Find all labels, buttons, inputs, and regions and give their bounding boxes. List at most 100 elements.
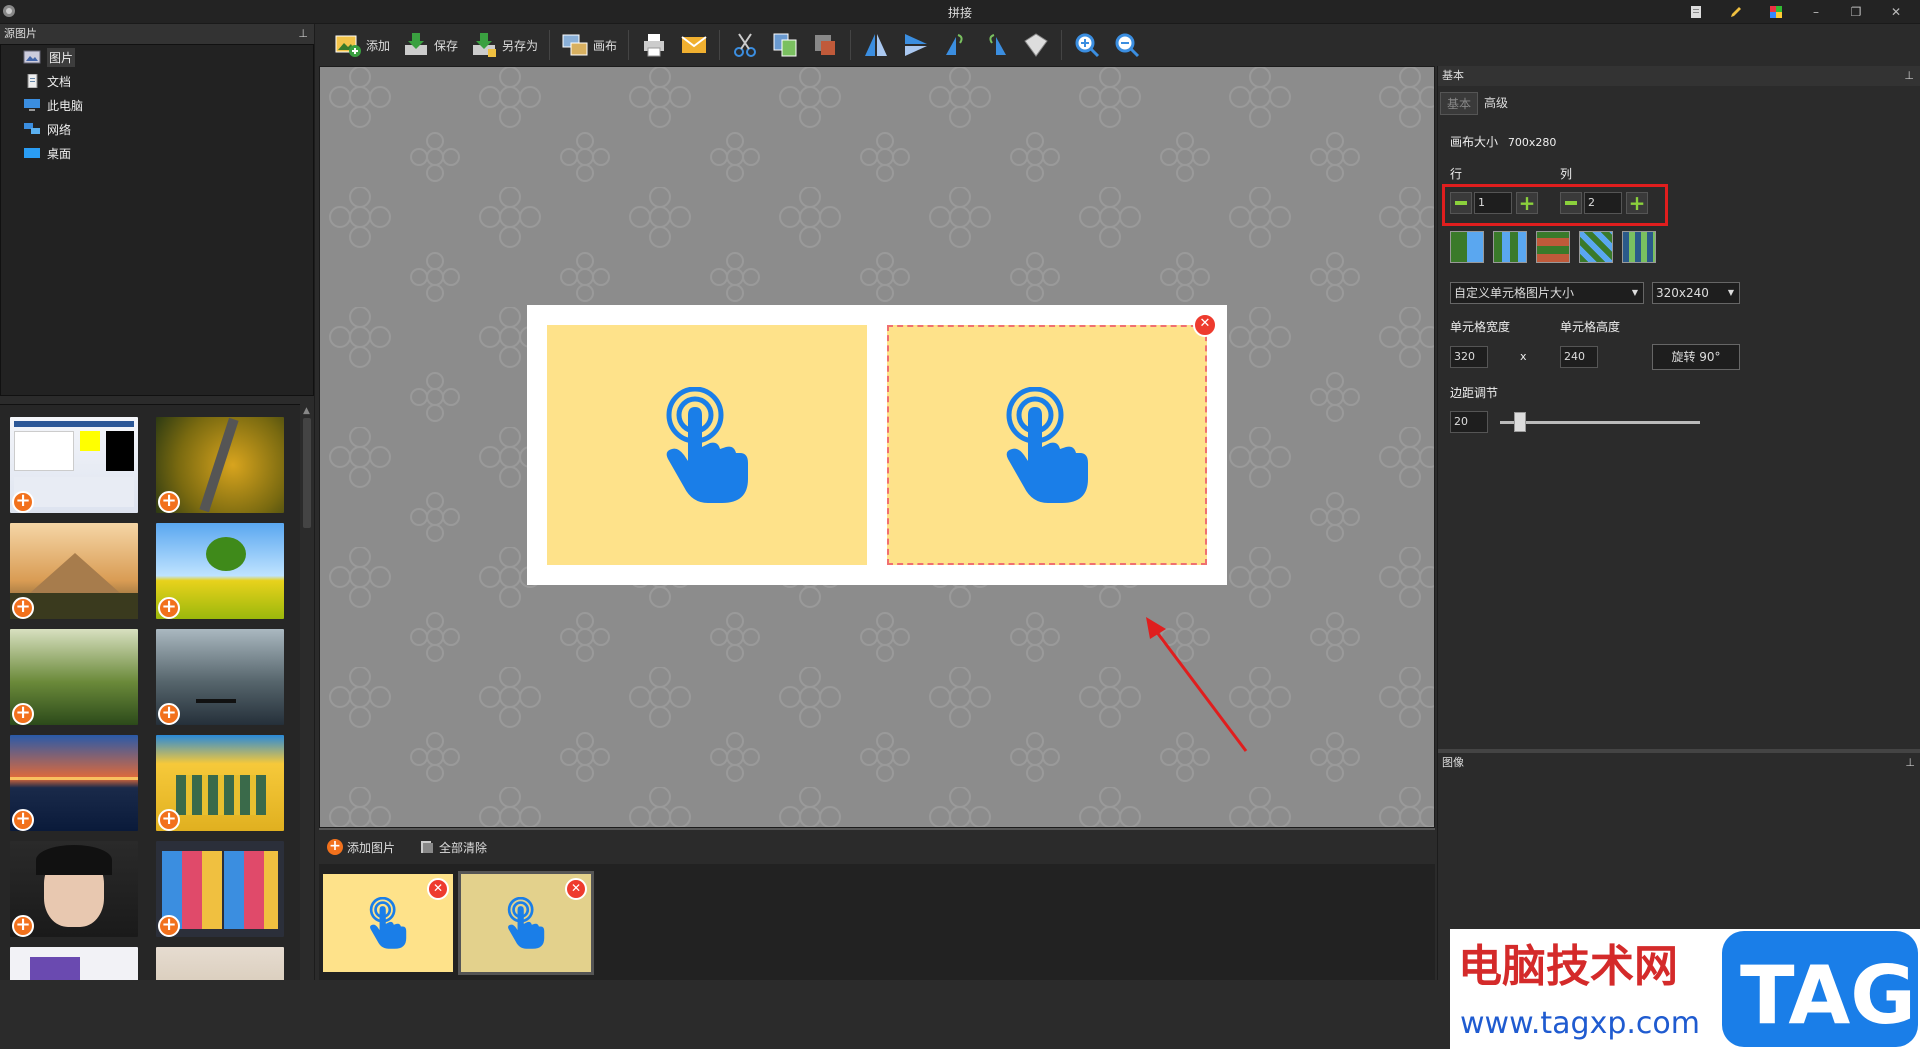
add-image-icon[interactable]: + (12, 809, 34, 831)
thumbnail-forest[interactable]: + (10, 629, 138, 725)
thumbnail-river-fisherman[interactable]: + (156, 629, 284, 725)
flip-vertical-button[interactable] (898, 28, 934, 62)
add-image-icon[interactable]: + (12, 491, 34, 513)
add-image-icon[interactable]: + (12, 703, 34, 725)
add-button[interactable]: 添加 (330, 28, 394, 62)
pencil-icon-button[interactable] (1718, 2, 1754, 22)
thumbnail-sand-dune[interactable] (156, 947, 284, 980)
thumbnail-yellow-building[interactable]: + (156, 735, 284, 831)
remove-thumbnail-icon[interactable]: ✕ (565, 878, 587, 900)
palette-icon-button[interactable] (1758, 2, 1794, 22)
tab-basic[interactable]: 基本 (1440, 92, 1479, 115)
add-image-icon[interactable]: + (158, 915, 180, 937)
collage-canvas: ✕ (527, 305, 1227, 585)
pin-icon[interactable]: ⊥ (1904, 66, 1914, 86)
tree-item-desktop[interactable]: 桌面 (1, 141, 313, 165)
add-label: 添加 (366, 38, 391, 53)
rotate-left-button[interactable] (938, 28, 974, 62)
image-strip: ✕ ✕ (319, 864, 1435, 980)
layout-preset-2[interactable] (1493, 231, 1527, 263)
cell-size-mode-value: 自定义单元格图片大小 (1454, 286, 1575, 300)
tree-item-network[interactable]: 网络 (1, 117, 313, 141)
collage-cell[interactable] (547, 325, 867, 565)
scissors-icon (734, 33, 757, 57)
tree-label: 网络 (47, 122, 72, 137)
add-image-icon[interactable]: + (158, 809, 180, 831)
layout-preset-5[interactable] (1622, 231, 1656, 263)
zoom-in-button[interactable] (1069, 28, 1105, 62)
flip-horizontal-button[interactable] (858, 28, 894, 62)
add-image-icon[interactable]: + (12, 915, 34, 937)
rotate-90-button[interactable]: 旋转 90° (1652, 344, 1740, 370)
pictures-icon (23, 50, 41, 64)
thumbnail-portrait[interactable]: + (10, 841, 138, 937)
margin-slider-track[interactable] (1500, 421, 1700, 424)
print-button[interactable] (636, 28, 672, 62)
add-image-icon[interactable]: + (158, 703, 180, 725)
scroll-thumb[interactable] (303, 418, 311, 528)
clear-icon (421, 841, 434, 853)
columns-input[interactable]: 2 (1584, 192, 1622, 214)
add-image-icon[interactable]: + (12, 597, 34, 619)
tree-item-this-pc[interactable]: 此电脑 (1, 93, 313, 117)
layout-preset-4[interactable] (1579, 231, 1613, 263)
scroll-up-icon[interactable]: ▲ (303, 406, 310, 416)
crop-button[interactable] (807, 28, 843, 62)
margin-slider-handle[interactable] (1514, 412, 1526, 432)
copy-button[interactable] (767, 28, 803, 62)
canvas-button[interactable]: 画布 (557, 28, 621, 62)
columns-decrement-button[interactable] (1560, 192, 1582, 214)
cell-size-mode-select[interactable]: 自定义单元格图片大小 ▼ (1450, 282, 1644, 304)
tag-icon (1024, 33, 1048, 57)
cell-height-input[interactable]: 240 (1560, 346, 1598, 368)
cell-width-input[interactable]: 320 (1450, 346, 1488, 368)
remove-cell-icon[interactable]: ✕ (1193, 313, 1217, 337)
thumbnail-screenshot-2[interactable] (10, 947, 138, 980)
collage-cell-selected[interactable] (887, 325, 1207, 565)
effect-button[interactable] (1018, 28, 1054, 62)
rows-input[interactable]: 1 (1474, 192, 1512, 214)
tree-item-pictures[interactable]: 图片 (1, 45, 313, 69)
rotate-right-button[interactable] (978, 28, 1014, 62)
thumbnail-bridge-night[interactable]: + (10, 735, 138, 831)
thumbnail-mountain-castle[interactable]: + (10, 523, 138, 619)
rows-increment-button[interactable]: + (1516, 192, 1538, 214)
source-images-panel: 源图片 ⊥ 图片 文档 此电脑 网络 桌面 + + + + + + + + + … (0, 24, 315, 980)
chevron-down-icon: ▼ (1727, 288, 1734, 297)
add-image-icon[interactable]: + (158, 597, 180, 619)
thumbnail-tree-field[interactable]: + (156, 523, 284, 619)
strip-thumbnail-selected[interactable]: ✕ (458, 871, 594, 975)
cut-button[interactable] (727, 28, 763, 62)
columns-increment-button[interactable]: + (1626, 192, 1648, 214)
close-window-button[interactable]: ✕ (1878, 2, 1914, 22)
pin-icon[interactable]: ⊥ (1905, 753, 1915, 773)
cell-size-preset-select[interactable]: 320x240 ▼ (1652, 282, 1740, 304)
margin-input[interactable]: 20 (1450, 411, 1488, 433)
layout-preset-3[interactable] (1536, 231, 1570, 263)
zoom-out-button[interactable] (1109, 28, 1145, 62)
save-as-button[interactable]: 另存为 (466, 28, 542, 62)
thumbnail-app-grid[interactable]: + (156, 841, 284, 937)
folder-tree: 图片 文档 此电脑 网络 桌面 (0, 44, 314, 396)
minimize-button[interactable]: – (1798, 2, 1834, 22)
thumbnail-scrollbar[interactable]: ▲ (300, 404, 314, 980)
document-icon-button[interactable] (1678, 2, 1714, 22)
canvas-icon (562, 34, 588, 56)
thumbnail-screenshot[interactable]: + (10, 417, 138, 513)
layout-preset-1[interactable] (1450, 231, 1484, 263)
canvas-area[interactable]: ✕ (319, 66, 1435, 828)
thumbnail-autumn-road[interactable]: + (156, 417, 284, 513)
pin-icon[interactable]: ⊥ (298, 24, 308, 44)
add-picture-button[interactable]: + 添加图片 (327, 839, 395, 856)
email-button[interactable] (676, 28, 712, 62)
basic-section-header: 基本 ⊥ (1438, 66, 1920, 86)
remove-thumbnail-icon[interactable]: ✕ (427, 878, 449, 900)
save-button[interactable]: 保存 (398, 28, 462, 62)
tab-advanced[interactable]: 高级 (1478, 92, 1514, 115)
add-image-icon[interactable]: + (158, 491, 180, 513)
rows-decrement-button[interactable] (1450, 192, 1472, 214)
clear-all-button[interactable]: 全部清除 (419, 839, 487, 856)
restore-button[interactable]: ❐ (1838, 2, 1874, 22)
strip-thumbnail[interactable]: ✕ (323, 874, 453, 972)
tree-item-documents[interactable]: 文档 (1, 69, 313, 93)
